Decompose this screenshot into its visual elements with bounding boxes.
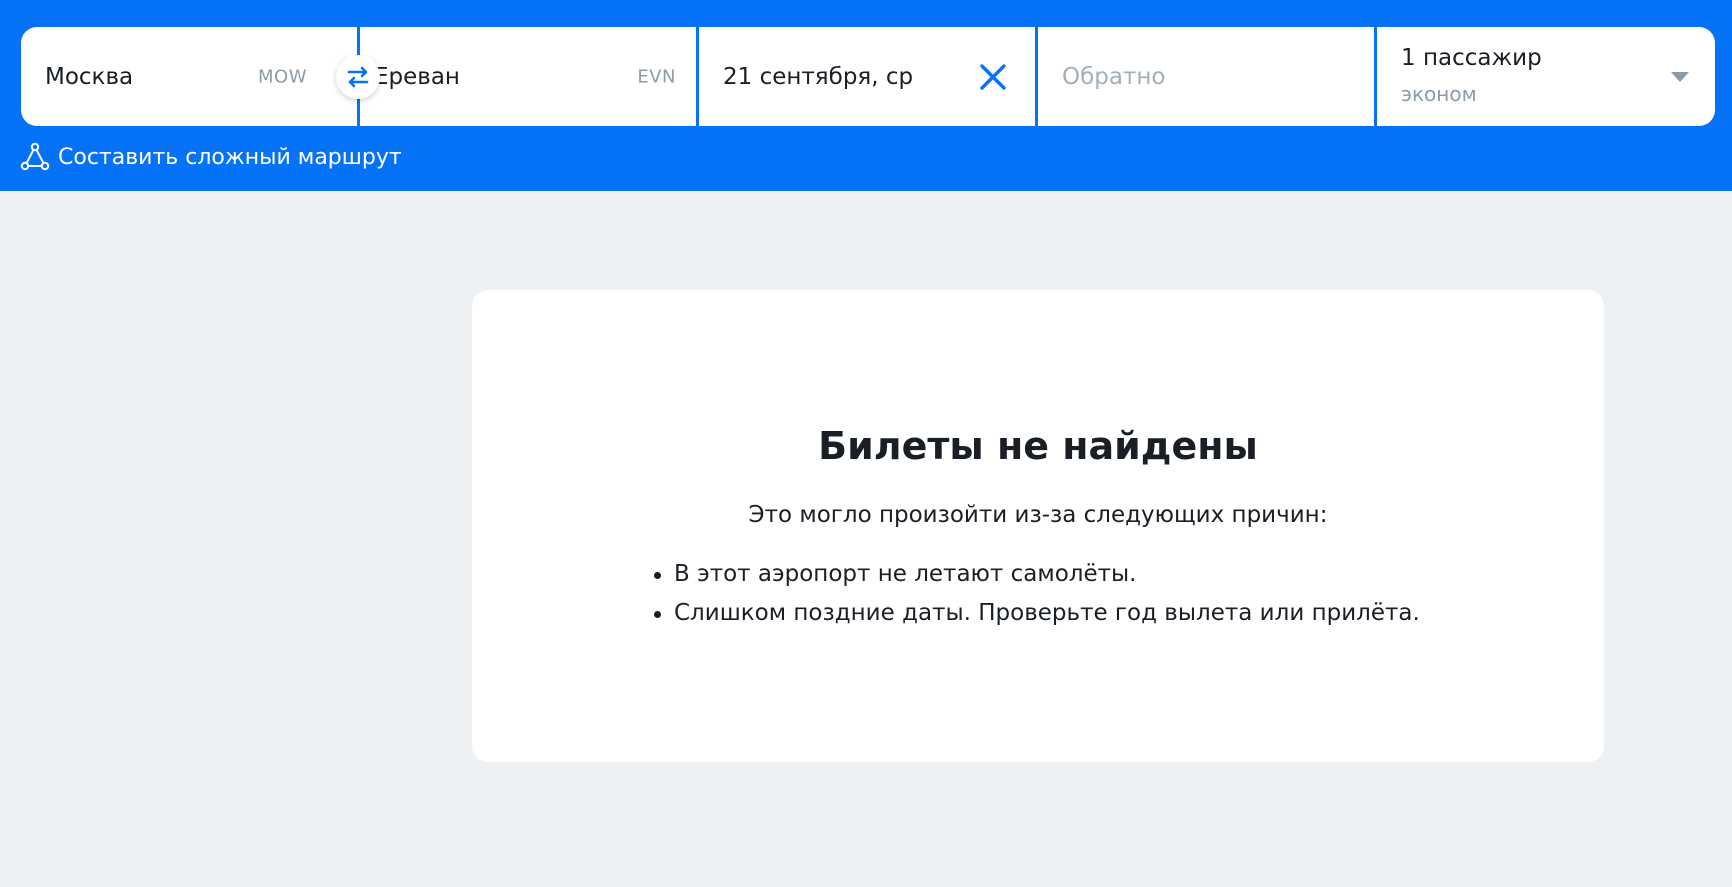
complex-route-link[interactable]: Составить сложный маршрут: [20, 141, 402, 173]
close-icon: [980, 63, 1006, 90]
no-results-card: Билеты не найдены Это могло произойти из…: [472, 290, 1604, 762]
return-date-field[interactable]: Обратно: [1038, 27, 1374, 126]
passengers-count: 1 пассажир: [1401, 45, 1542, 71]
origin-city: Москва: [45, 63, 134, 90]
reasons-list: В этот аэропорт не летают самолёты. Слиш…: [650, 555, 1420, 633]
caret-down-icon: [1671, 71, 1689, 82]
depart-date-value: 21 сентября, ср: [723, 63, 914, 90]
destination-field[interactable]: Ереван EVN: [360, 27, 696, 126]
cabin-class: эконом: [1401, 82, 1477, 106]
return-date-placeholder: Обратно: [1062, 63, 1166, 90]
no-results-subtitle: Это могло произойти из-за следующих прич…: [748, 502, 1328, 528]
search-form: Москва MOW Ереван EVN 21 сентября, ср Об…: [21, 27, 1715, 126]
clear-date-button[interactable]: [977, 61, 1009, 93]
passengers-field[interactable]: 1 пассажир эконом: [1377, 27, 1715, 126]
destination-city: Ереван: [374, 63, 460, 90]
swap-arrows-icon: [347, 66, 369, 88]
search-header: Москва MOW Ереван EVN 21 сентября, ср Об…: [0, 0, 1732, 191]
destination-iata: EVN: [637, 66, 676, 87]
origin-field[interactable]: Москва MOW: [21, 27, 327, 126]
list-item: В этот аэропорт не летают самолёты.: [650, 555, 1420, 594]
swap-button[interactable]: [336, 55, 380, 99]
origin-iata: MOW: [258, 66, 307, 87]
list-item: Слишком поздние даты. Проверьте год выле…: [650, 594, 1420, 633]
route-triangle-icon: [20, 142, 50, 172]
depart-date-field[interactable]: 21 сентября, ср: [699, 27, 1035, 126]
complex-route-label: Составить сложный маршрут: [58, 144, 402, 170]
no-results-title: Билеты не найдены: [818, 424, 1258, 468]
